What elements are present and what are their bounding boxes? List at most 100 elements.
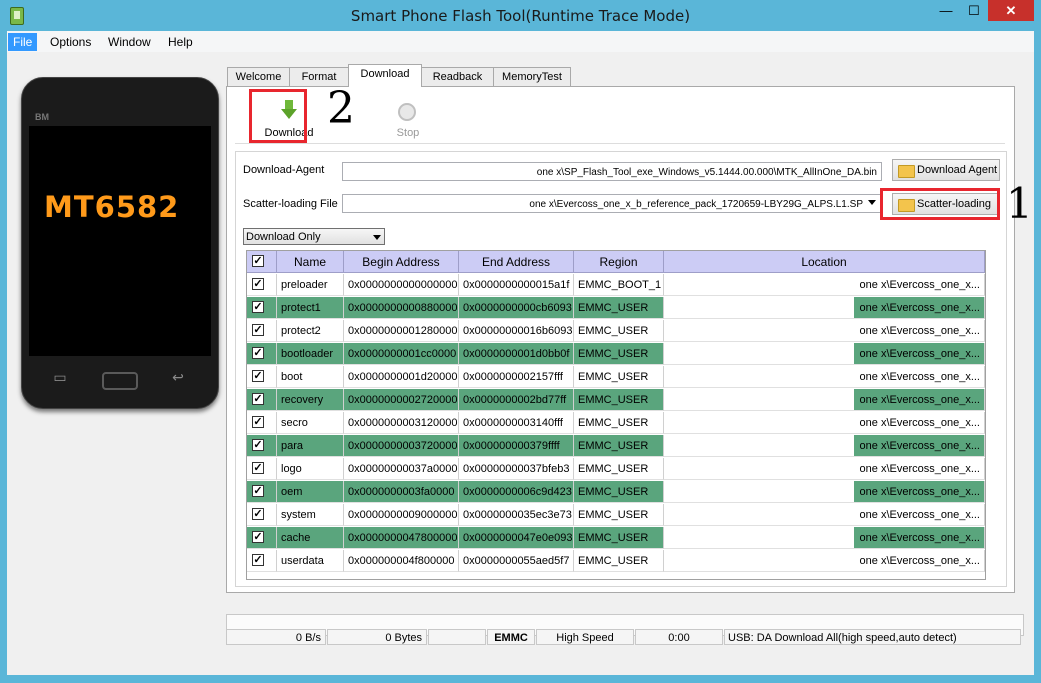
- row-checkbox-cell[interactable]: ✓: [247, 320, 277, 342]
- cell-begin: 0x0000000009000000: [344, 504, 459, 526]
- header-location[interactable]: Location: [664, 251, 985, 273]
- cell-begin: 0x0000000002720000: [344, 389, 459, 411]
- tab-readback[interactable]: Readback: [421, 67, 494, 86]
- download-agent-button[interactable]: Download Agent: [892, 159, 1000, 181]
- status-bytes: 0 Bytes: [327, 629, 427, 645]
- table-row[interactable]: ✓ boot 0x0000000001d20000 0x0000000002157ff…: [247, 366, 985, 388]
- scatter-loading-label: Scatter-loading File: [243, 198, 338, 210]
- row-checkbox-cell[interactable]: ✓: [247, 366, 277, 388]
- row-checkbox[interactable]: ✓: [252, 416, 264, 428]
- chip-label: MT6582: [44, 190, 180, 224]
- cell-end: 0x00000000016b6093: [459, 320, 574, 342]
- header-end-address[interactable]: End Address: [459, 251, 574, 273]
- phone-screen: [29, 126, 211, 356]
- row-checkbox[interactable]: ✓: [252, 370, 264, 382]
- status-speed: 0 B/s: [226, 629, 326, 645]
- row-checkbox-cell[interactable]: ✓: [247, 481, 277, 503]
- cell-begin: 0x0000000001d20000: [344, 366, 459, 388]
- table-row[interactable]: ✓ userdata 0x000000004f800000 0x0000000055a…: [247, 550, 985, 572]
- phone-brand: BM: [35, 112, 49, 122]
- row-checkbox-cell[interactable]: ✓: [247, 504, 277, 526]
- folder-icon: [898, 165, 915, 178]
- row-checkbox[interactable]: ✓: [252, 393, 264, 405]
- cell-region: EMMC_USER: [574, 550, 664, 572]
- select-all-cell[interactable]: ✓: [247, 251, 277, 273]
- cell-name: logo: [277, 458, 344, 480]
- table-row[interactable]: ✓ oem 0x0000000003fa0000 0x0000000006c9d423…: [247, 481, 985, 503]
- cell-region: EMMC_BOOT_1: [574, 274, 664, 296]
- close-button[interactable]: ✕: [988, 0, 1034, 21]
- minimize-button[interactable]: —: [932, 0, 960, 21]
- table-row[interactable]: ✓ protect1 0x0000000000880000 0x0000000000c…: [247, 297, 985, 319]
- cell-location: one x\Evercoss_one_x...: [664, 481, 985, 503]
- row-checkbox[interactable]: ✓: [252, 324, 264, 336]
- row-checkbox[interactable]: ✓: [252, 508, 264, 520]
- row-checkbox-cell[interactable]: ✓: [247, 435, 277, 457]
- menu-help[interactable]: Help: [163, 33, 198, 51]
- scatter-loading-field[interactable]: one x\Evercoss_one_x_b_reference_pack_17…: [342, 194, 882, 213]
- table-row[interactable]: ✓ bootloader 0x0000000001cc0000 0x000000000…: [247, 343, 985, 365]
- cell-end: 0x0000000002157fff: [459, 366, 574, 388]
- row-checkbox-cell[interactable]: ✓: [247, 458, 277, 480]
- cell-begin: 0x0000000000880000: [344, 297, 459, 319]
- phone-illustration: BM MT6582 ▭ ↩: [21, 77, 219, 409]
- row-checkbox[interactable]: ✓: [252, 462, 264, 474]
- table-row[interactable]: ✓ recovery 0x0000000002720000 0x0000000002b…: [247, 389, 985, 411]
- header-begin-address[interactable]: Begin Address: [344, 251, 459, 273]
- tab-memorytest[interactable]: MemoryTest: [493, 67, 571, 86]
- table-row[interactable]: ✓ para 0x0000000003720000 0x000000000379fff…: [247, 435, 985, 457]
- row-checkbox-cell[interactable]: ✓: [247, 550, 277, 572]
- download-agent-label: Download-Agent: [243, 164, 325, 176]
- cell-location: one x\Evercoss_one_x...: [664, 527, 985, 549]
- row-checkbox-cell[interactable]: ✓: [247, 527, 277, 549]
- row-checkbox-cell[interactable]: ✓: [247, 343, 277, 365]
- download-agent-field[interactable]: one x\SP_Flash_Tool_exe_Windows_v5.1444.…: [342, 162, 882, 181]
- scatter-dropdown-arrow[interactable]: [868, 200, 876, 205]
- stop-icon: [398, 103, 416, 121]
- table-row[interactable]: ✓ preloader 0x0000000000000000 0x0000000000…: [247, 274, 985, 296]
- menu-bar: File Options Window Help: [7, 31, 1034, 52]
- header-name[interactable]: Name: [277, 251, 344, 273]
- partition-table: ✓ Name Begin Address End Address Region …: [246, 250, 986, 580]
- stop-button[interactable]: Stop: [378, 91, 438, 143]
- row-checkbox-cell[interactable]: ✓: [247, 297, 277, 319]
- cell-name: preloader: [277, 274, 344, 296]
- download-panel: Download Stop 2 Download-Agent one x\SP_…: [226, 83, 1015, 593]
- status-mode: High Speed: [536, 629, 634, 645]
- tab-download[interactable]: Download: [348, 64, 422, 87]
- cell-begin: 0x0000000047800000: [344, 527, 459, 549]
- cell-name: para: [277, 435, 344, 457]
- menu-window[interactable]: Window: [103, 33, 156, 51]
- menu-file[interactable]: File: [8, 33, 38, 51]
- app-frame: File Options Window Help BM MT6582 ▭ ↩ W…: [7, 31, 1034, 675]
- row-checkbox[interactable]: ✓: [252, 531, 264, 543]
- select-all-checkbox[interactable]: ✓: [252, 255, 264, 267]
- row-checkbox-cell[interactable]: ✓: [247, 274, 277, 296]
- cell-name: bootloader: [277, 343, 344, 365]
- row-checkbox[interactable]: ✓: [252, 301, 264, 313]
- cell-location: one x\Evercoss_one_x...: [664, 343, 985, 365]
- cell-name: secro: [277, 412, 344, 434]
- table-row[interactable]: ✓ system 0x0000000009000000 0x0000000035ec3…: [247, 504, 985, 526]
- menu-options[interactable]: Options: [45, 33, 96, 51]
- table-row[interactable]: ✓ secro 0x0000000003120000 0x0000000003140f…: [247, 412, 985, 434]
- row-checkbox-cell[interactable]: ✓: [247, 412, 277, 434]
- table-row[interactable]: ✓ cache 0x0000000047800000 0x0000000047e0e0…: [247, 527, 985, 549]
- tab-welcome[interactable]: Welcome: [227, 67, 290, 86]
- cell-region: EMMC_USER: [574, 320, 664, 342]
- cell-location: one x\Evercoss_one_x...: [664, 297, 985, 319]
- row-checkbox[interactable]: ✓: [252, 278, 264, 290]
- maximize-button[interactable]: ☐: [960, 0, 988, 21]
- row-checkbox[interactable]: ✓: [252, 439, 264, 451]
- row-checkbox[interactable]: ✓: [252, 554, 264, 566]
- table-row[interactable]: ✓ protect2 0x0000000001280000 0x00000000016…: [247, 320, 985, 342]
- chevron-down-icon: [373, 235, 381, 240]
- table-row[interactable]: ✓ logo 0x00000000037a0000 0x00000000037bfeb…: [247, 458, 985, 480]
- cell-begin: 0x0000000001280000: [344, 320, 459, 342]
- row-checkbox[interactable]: ✓: [252, 347, 264, 359]
- cell-location: one x\Evercoss_one_x...: [664, 550, 985, 572]
- header-region[interactable]: Region: [574, 251, 664, 273]
- download-mode-select[interactable]: Download Only: [243, 228, 385, 245]
- row-checkbox-cell[interactable]: ✓: [247, 389, 277, 411]
- row-checkbox[interactable]: ✓: [252, 485, 264, 497]
